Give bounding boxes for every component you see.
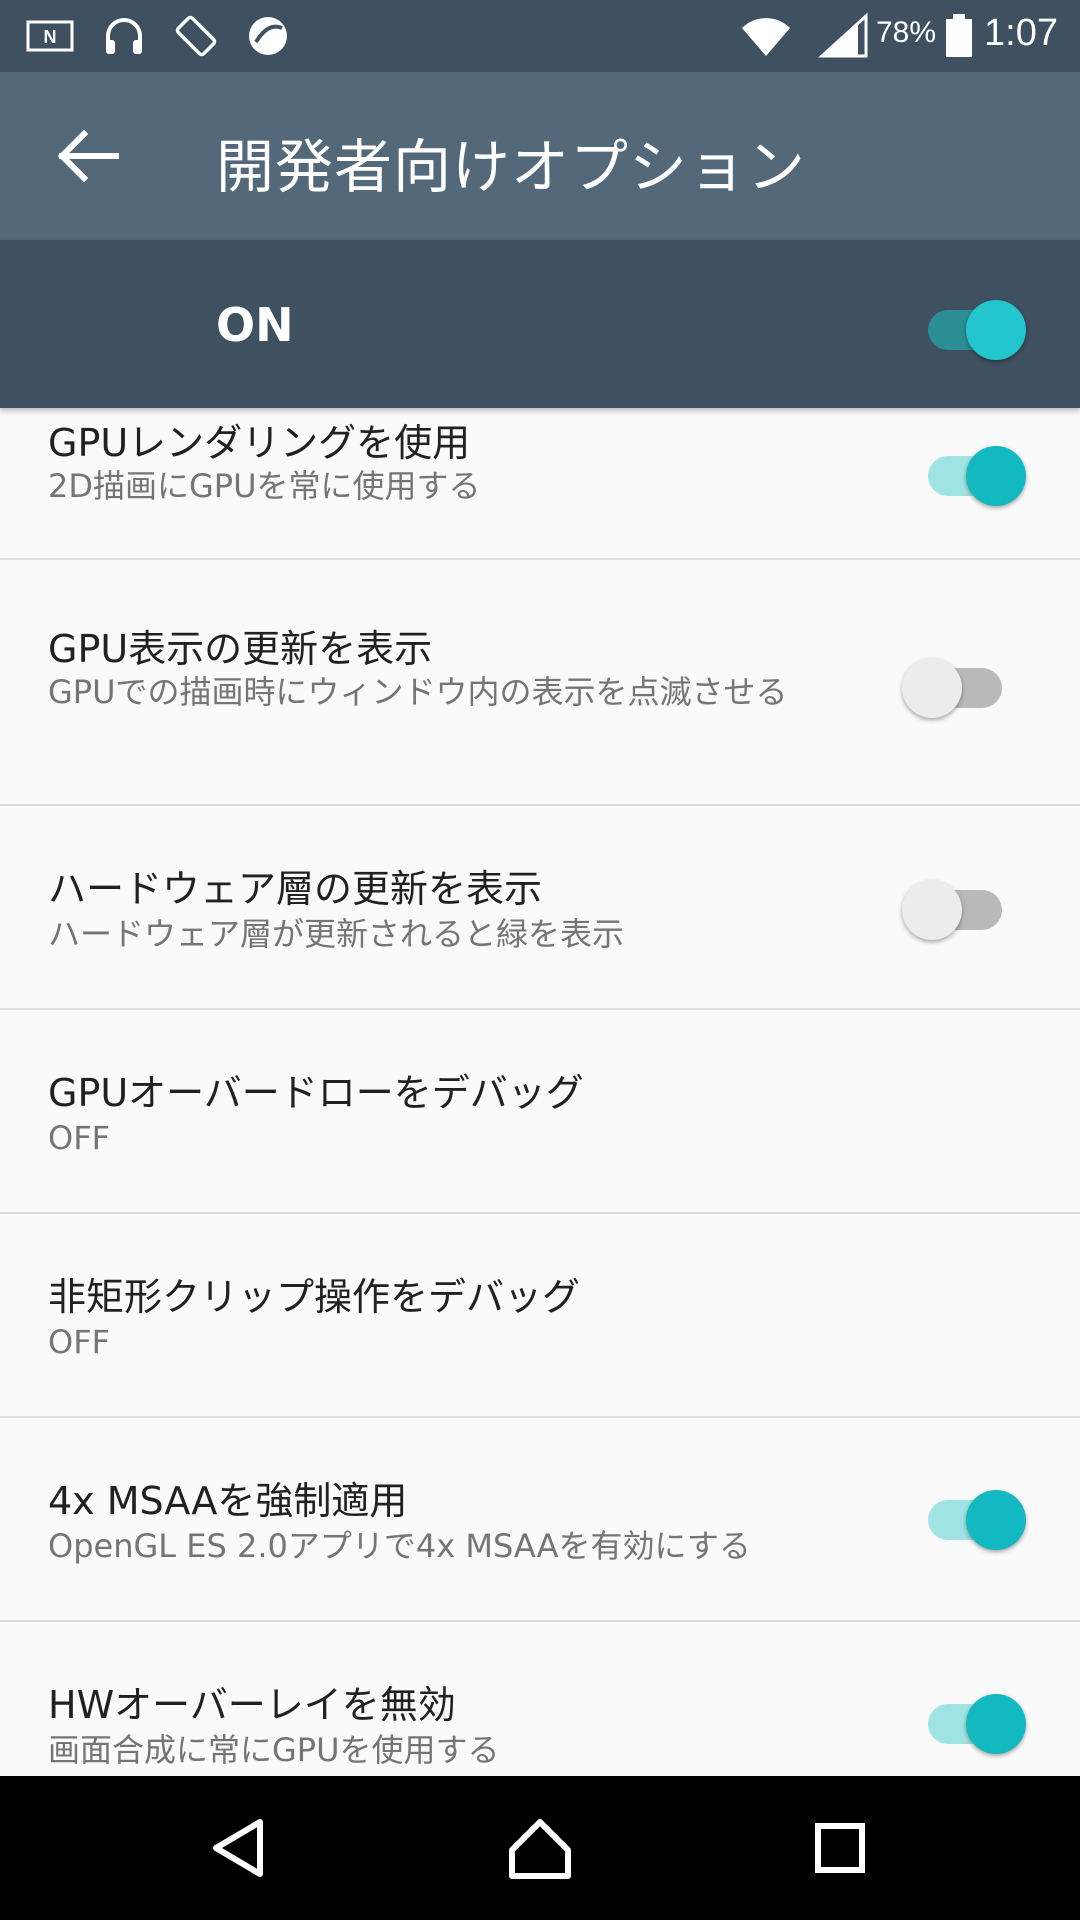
clock: 1:07 — [984, 12, 1058, 54]
app-notification-icon — [249, 17, 287, 55]
back-triangle-icon[interactable] — [190, 1798, 290, 1898]
wifi-icon — [742, 18, 790, 56]
setting-disable-hw-overlays[interactable]: HWオーバーレイを無効 画面合成に常にGPUを使用する — [0, 1622, 1080, 1776]
setting-title: HWオーバーレイを無効 — [48, 1683, 456, 1727]
setting-show-gpu-view-updates[interactable]: GPU表示の更新を表示 GPUでの描画時にウィンドウ内の表示を点滅させる — [0, 560, 1080, 806]
setting-force-4x-msaa[interactable]: 4x MSAAを強制適用 OpenGL ES 2.0アプリで4x MSAAを有効… — [0, 1418, 1080, 1622]
developer-options-master-switch-row[interactable]: ON — [0, 240, 1080, 408]
page-title: 開発者向けオプション — [216, 133, 807, 201]
navigation-bar — [0, 1776, 1080, 1920]
toggle-thumb — [966, 1694, 1026, 1754]
toggle-thumb — [966, 1490, 1026, 1550]
setting-subtitle: OpenGL ES 2.0アプリで4x MSAAを有効にする — [48, 1527, 751, 1565]
setting-subtitle: OFF — [48, 1119, 110, 1157]
toggle-thumb — [966, 300, 1026, 360]
recents-icon[interactable] — [790, 1798, 890, 1898]
master-switch-label: ON — [216, 298, 294, 352]
setting-show-hw-layer-updates[interactable]: ハードウェア層の更新を表示 ハードウェア層が更新されると緑を表示 — [0, 806, 1080, 1010]
setting-subtitle: OFF — [48, 1323, 110, 1361]
setting-subtitle: ハードウェア層が更新されると緑を表示 — [48, 915, 625, 953]
setting-title: 4x MSAAを強制適用 — [48, 1479, 408, 1523]
arrow-back-icon[interactable] — [40, 108, 136, 204]
setting-gpu-rendering[interactable]: GPUレンダリングを使用 2D描画にGPUを常に使用する — [0, 408, 1080, 560]
setting-subtitle: GPUでの描画時にウィンドウ内の表示を点滅させる — [48, 673, 788, 711]
setting-title: 非矩形クリップ操作をデバッグ — [48, 1275, 581, 1319]
force-4x-msaa-toggle[interactable] — [922, 1482, 1026, 1550]
battery-icon — [946, 14, 972, 57]
toggle-thumb — [966, 446, 1026, 506]
battery-percent: 78% — [876, 16, 937, 49]
status-bar: N 78% 1:07 — [0, 0, 1080, 72]
master-toggle[interactable] — [922, 292, 1026, 360]
hw-layer-updates-toggle[interactable] — [902, 872, 1008, 940]
setting-title: GPU表示の更新を表示 — [48, 627, 433, 671]
setting-subtitle: 画面合成に常にGPUを使用する — [48, 1731, 500, 1769]
disable-hw-overlays-toggle[interactable] — [922, 1686, 1026, 1754]
setting-debug-non-rect-clip[interactable]: 非矩形クリップ操作をデバッグ OFF — [0, 1214, 1080, 1418]
toggle-thumb — [902, 658, 962, 718]
settings-list[interactable]: GPUレンダリングを使用 2D描画にGPUを常に使用する GPU表示の更新を表示… — [0, 408, 1080, 1776]
setting-debug-gpu-overdraw[interactable]: GPUオーバードローをデバッグ OFF — [0, 1010, 1080, 1214]
cell-signal-icon — [818, 12, 868, 58]
nfc-icon: N — [26, 20, 74, 52]
setting-subtitle: 2D描画にGPUを常に使用する — [48, 467, 481, 505]
setting-title: GPUレンダリングを使用 — [48, 421, 471, 465]
gpu-view-updates-toggle[interactable] — [902, 650, 1008, 718]
toggle-thumb — [902, 880, 962, 940]
app-bar: 開発者向けオプション — [0, 72, 1080, 240]
setting-title: GPUオーバードローをデバッグ — [48, 1071, 584, 1115]
home-icon[interactable] — [490, 1798, 590, 1898]
setting-title: ハードウェア層の更新を表示 — [48, 867, 543, 911]
svg-text:N: N — [44, 27, 57, 47]
screen-rotation-icon — [175, 15, 217, 57]
headphones-icon — [106, 18, 142, 54]
gpu-rendering-toggle[interactable] — [922, 438, 1026, 506]
